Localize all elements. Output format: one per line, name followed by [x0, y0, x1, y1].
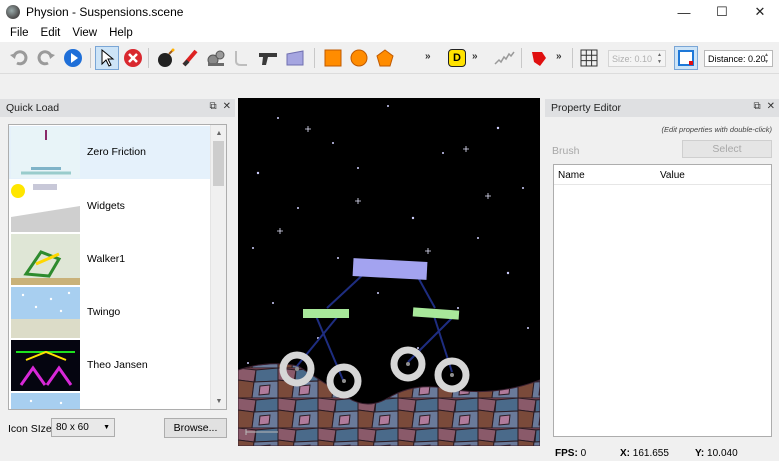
scene-thumbnail [11, 393, 80, 409]
d-tool-button[interactable]: D [446, 47, 468, 69]
size-spin-arrows: ▲ ▼ [657, 52, 662, 65]
column-name: Name [558, 170, 585, 181]
close-dock-icon[interactable]: ✕ [767, 101, 775, 112]
physion-window: Physion - Suspensions.scene — ☐ ✕ File E… [0, 0, 779, 461]
scene-thumbnail [11, 234, 80, 285]
list-item[interactable]: Widgets [9, 180, 211, 233]
square-shape-icon[interactable] [322, 47, 344, 69]
scene-thumbnail [11, 287, 80, 338]
toolbar-separator [572, 48, 573, 68]
circle-shape-icon[interactable] [348, 47, 370, 69]
app-icon [6, 5, 20, 19]
redo-icon[interactable] [35, 47, 57, 69]
texture-icon[interactable] [284, 47, 306, 69]
snap-frame-icon[interactable] [674, 46, 698, 70]
list-item[interactable]: Zero Friction [9, 126, 211, 179]
menu-bar: File Edit View Help [0, 24, 779, 42]
close-window-button[interactable]: ✕ [741, 0, 779, 24]
quick-load-list: Zero Friction Widgets Walker1 Twingo The… [8, 124, 227, 410]
property-table[interactable]: Name Value [553, 164, 772, 437]
property-table-header: Name Value [554, 165, 771, 185]
list-scrollbar[interactable]: ▲ ▼ [210, 125, 226, 409]
list-item[interactable] [9, 392, 211, 409]
list-item-label: Walker1 [87, 253, 126, 265]
property-editor-title: Property Editor [551, 102, 622, 114]
y-coordinate: 10.040 [707, 448, 738, 459]
window-title: Physion - Suspensions.scene [26, 5, 184, 19]
close-dock-icon[interactable]: ✕ [223, 101, 231, 112]
icon-size-select[interactable]: 80 x 60 ▼ [51, 418, 115, 437]
list-item[interactable]: Theo Jansen [9, 339, 211, 392]
size-spinbox: Size: 0.10 ▲ ▼ [608, 50, 666, 67]
maximize-button[interactable]: ☐ [703, 0, 741, 24]
front-axle[interactable] [303, 309, 349, 318]
menu-file[interactable]: File [4, 27, 35, 39]
quick-load-titlebar: Quick Load ⧉ ✕ [0, 99, 235, 117]
gun-icon[interactable] [257, 47, 279, 69]
menu-edit[interactable]: Edit [35, 27, 67, 39]
float-dock-icon[interactable]: ⧉ [753, 101, 760, 112]
list-item-label: Theo Jansen [87, 359, 148, 371]
main-toolbar: » D » » Size: 0.10 ▲ ▼ Distance: 0.20 ▲ ▼ [0, 42, 779, 74]
float-dock-icon[interactable]: ⧉ [209, 101, 216, 112]
quick-load-title: Quick Load [6, 102, 60, 114]
status-bar: FPS: 0 X: 161.655 Y: 10.040 [545, 446, 779, 461]
polygon-shape-icon[interactable] [374, 47, 396, 69]
toolbar-separator [148, 48, 149, 68]
window-controls: — ☐ ✕ [665, 0, 779, 24]
more-tools-button[interactable]: » [472, 51, 478, 62]
more-shapes-button[interactable]: » [425, 51, 431, 62]
list-item-label: Widgets [87, 200, 125, 212]
size-value: Size: 0.10 [612, 53, 653, 64]
title-bar: Physion - Suspensions.scene — ☐ ✕ [0, 0, 779, 24]
select-button: Select [682, 140, 772, 158]
toolbar-separator [314, 48, 315, 68]
brush-icon[interactable] [180, 47, 202, 69]
fps-value: 0 [580, 448, 587, 459]
spring-icon[interactable] [493, 47, 515, 69]
x-label: X: [620, 448, 630, 459]
rope-icon[interactable] [230, 47, 252, 69]
delete-icon[interactable] [122, 47, 144, 69]
fill-color-icon[interactable] [528, 47, 550, 69]
x-coordinate: 161.655 [632, 448, 669, 459]
gears-icon[interactable] [205, 47, 227, 69]
more-colors-button[interactable]: » [556, 51, 562, 62]
list-item[interactable]: Twingo [9, 286, 211, 339]
chevron-down-icon: ▼ [103, 424, 110, 431]
list-item[interactable]: Walker1 [9, 233, 211, 286]
browse-button[interactable]: Browse... [164, 418, 227, 438]
minimize-button[interactable]: — [665, 0, 703, 24]
d-badge: D [448, 49, 466, 67]
distance-spinbox[interactable]: Distance: 0.20 ▲ ▼ [704, 50, 773, 67]
scene-thumbnail [11, 181, 80, 232]
undo-icon[interactable] [8, 47, 30, 69]
list-item-label: Twingo [87, 306, 121, 318]
scroll-down-icon[interactable]: ▼ [211, 394, 226, 408]
scroll-up-icon[interactable]: ▲ [211, 126, 226, 140]
icon-size-label: Icon SIze [8, 423, 52, 435]
scene-thumbnail [11, 340, 80, 391]
scene-canvas[interactable] [238, 98, 540, 446]
distance-spin-arrows[interactable]: ▲ ▼ [762, 52, 771, 65]
toolbar-separator [521, 48, 522, 68]
scrollbar-thumb[interactable] [213, 141, 224, 186]
brush-label: Brush [552, 145, 580, 157]
icon-size-value: 80 x 60 [56, 422, 89, 433]
bomb-icon[interactable] [155, 47, 177, 69]
column-value: Value [660, 170, 685, 181]
property-editor-titlebar: Property Editor ⧉ ✕ [545, 99, 779, 117]
play-icon[interactable] [62, 47, 84, 69]
toolbar-separator [90, 48, 91, 68]
fps-label: FPS: [555, 448, 578, 459]
y-label: Y: [695, 448, 705, 459]
menu-help[interactable]: Help [103, 27, 139, 39]
scene-thumbnail [11, 127, 80, 178]
property-editor-hint: (Edit properties with double-click) [661, 125, 772, 134]
grid-icon[interactable] [578, 47, 600, 69]
menu-view[interactable]: View [66, 27, 103, 39]
distance-value: Distance: 0.20 [708, 53, 766, 64]
list-item-label: Zero Friction [87, 146, 146, 158]
pointer-icon[interactable] [95, 46, 119, 70]
